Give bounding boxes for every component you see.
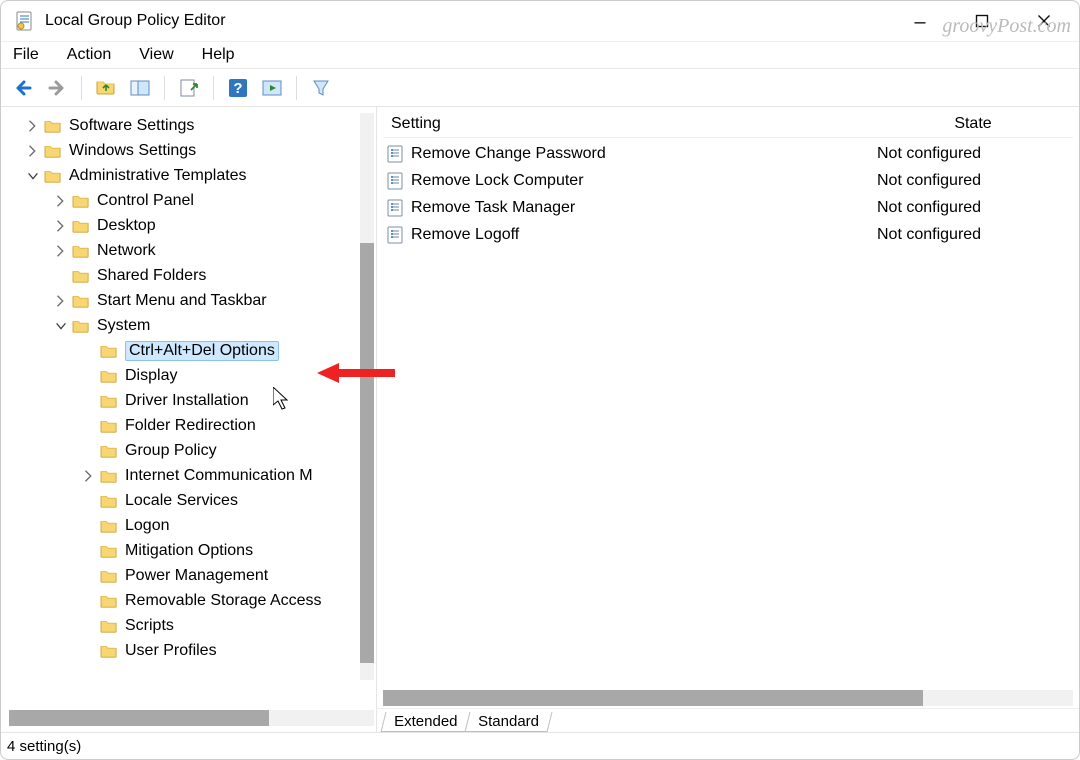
tree-item-locale-services[interactable]: Locale Services [81,488,376,513]
tree-item-display[interactable]: Display [81,363,376,388]
folder-icon [99,468,119,484]
chevron-right-icon[interactable] [53,243,69,259]
folder-icon [99,343,119,359]
folder-icon [43,168,63,184]
help-button[interactable] [224,74,252,102]
tree-item-group-policy[interactable]: Group Policy [81,438,376,463]
list-item[interactable]: Remove Change Password Not configured [383,140,1073,167]
folder-icon [43,118,63,134]
filter-button[interactable] [307,74,335,102]
window-title: Local Group Policy Editor [45,12,226,30]
folder-icon [99,568,119,584]
chevron-down-icon[interactable] [25,168,41,184]
tree-item-shared-folders[interactable]: Shared Folders [53,263,376,288]
folder-icon [99,368,119,384]
folder-icon [99,493,119,509]
folder-icon [99,393,119,409]
list-body: Remove Change Password Not configured Re… [383,138,1073,248]
tree-item-scripts[interactable]: Scripts [81,613,376,638]
folder-icon [99,543,119,559]
folder-icon [71,268,91,284]
tree-item-removable-storage-access[interactable]: Removable Storage Access [81,588,376,613]
policy-icon [387,199,405,217]
toolbar [1,69,1079,107]
show-hide-tree-button[interactable] [126,74,154,102]
tree-item-windows-settings[interactable]: Windows Settings [25,138,376,163]
tab-standard[interactable]: Standard [465,712,553,732]
policy-icon [387,172,405,190]
content: Software Settings Windows Settings Admin… [1,107,1079,733]
folder-icon [71,218,91,234]
tree-item-start-menu-taskbar[interactable]: Start Menu and Taskbar [53,288,376,313]
tree-item-logon[interactable]: Logon [81,513,376,538]
folder-icon [71,293,91,309]
details-pane: Setting State Remove Change Password Not… [377,107,1079,732]
folder-icon [71,318,91,334]
menu-action[interactable]: Action [63,44,115,66]
tree-item-folder-redirection[interactable]: Folder Redirection [81,413,376,438]
tree-vertical-scrollbar[interactable] [360,113,374,680]
tree-item-administrative-templates[interactable]: Administrative Templates [25,163,376,188]
folder-icon [99,418,119,434]
forward-button[interactable] [43,74,71,102]
tree-item-internet-communication[interactable]: Internet Communication M [81,463,376,488]
chevron-right-icon[interactable] [53,293,69,309]
menu-help[interactable]: Help [198,44,239,66]
back-button[interactable] [9,74,37,102]
folder-icon [71,193,91,209]
list-item[interactable]: Remove Lock Computer Not configured [383,167,1073,194]
minimize-button[interactable] [889,1,951,41]
maximize-button[interactable] [951,1,1013,41]
tree-item-network[interactable]: Network [53,238,376,263]
menubar: File Action View Help [1,41,1079,69]
menu-file[interactable]: File [9,44,43,66]
folder-icon [71,243,91,259]
column-state[interactable]: State [873,111,1073,137]
folder-icon [99,593,119,609]
tree-pane: Software Settings Windows Settings Admin… [1,107,377,732]
tree-item-control-panel[interactable]: Control Panel [53,188,376,213]
list-item[interactable]: Remove Logoff Not configured [383,221,1073,248]
chevron-down-icon[interactable] [53,318,69,334]
folder-icon [43,143,63,159]
tree-item-driver-installation[interactable]: Driver Installation [81,388,376,413]
chevron-right-icon[interactable] [53,218,69,234]
close-button[interactable] [1013,1,1075,41]
tree-horizontal-scrollbar[interactable] [9,710,374,726]
folder-icon [99,618,119,634]
view-tabs: Extended Standard [377,708,1079,732]
column-setting[interactable]: Setting [383,111,873,137]
folder-icon [99,443,119,459]
chevron-right-icon[interactable] [25,143,41,159]
chevron-right-icon[interactable] [53,193,69,209]
up-button[interactable] [92,74,120,102]
titlebar: Local Group Policy Editor [1,1,1079,41]
list-item[interactable]: Remove Task Manager Not configured [383,194,1073,221]
tree-item-ctrl-alt-del-options[interactable]: Ctrl+Alt+Del Options [81,338,376,363]
tree-item-user-profiles[interactable]: User Profiles [81,638,376,663]
tree-item-power-management[interactable]: Power Management [81,563,376,588]
export-list-button[interactable] [175,74,203,102]
menu-view[interactable]: View [135,44,177,66]
tree-item-software-settings[interactable]: Software Settings [25,113,376,138]
policy-icon [387,226,405,244]
status-text: 4 setting(s) [7,738,81,755]
list-header[interactable]: Setting State [383,111,1073,138]
tree-item-desktop[interactable]: Desktop [53,213,376,238]
tab-extended[interactable]: Extended [381,712,471,732]
chevron-right-icon[interactable] [25,118,41,134]
list-horizontal-scrollbar[interactable] [383,690,1073,706]
folder-icon [99,643,119,659]
policy-icon [387,145,405,163]
folder-icon [99,518,119,534]
console-tree[interactable]: Software Settings Windows Settings Admin… [1,113,376,663]
show-button[interactable] [258,74,286,102]
status-bar: 4 setting(s) [1,733,1079,759]
app-icon [15,11,35,31]
chevron-right-icon[interactable] [81,468,97,484]
window: Local Group Policy Editor groovyPost.com… [0,0,1080,760]
tree-item-mitigation-options[interactable]: Mitigation Options [81,538,376,563]
tree-item-system[interactable]: System [53,313,376,338]
